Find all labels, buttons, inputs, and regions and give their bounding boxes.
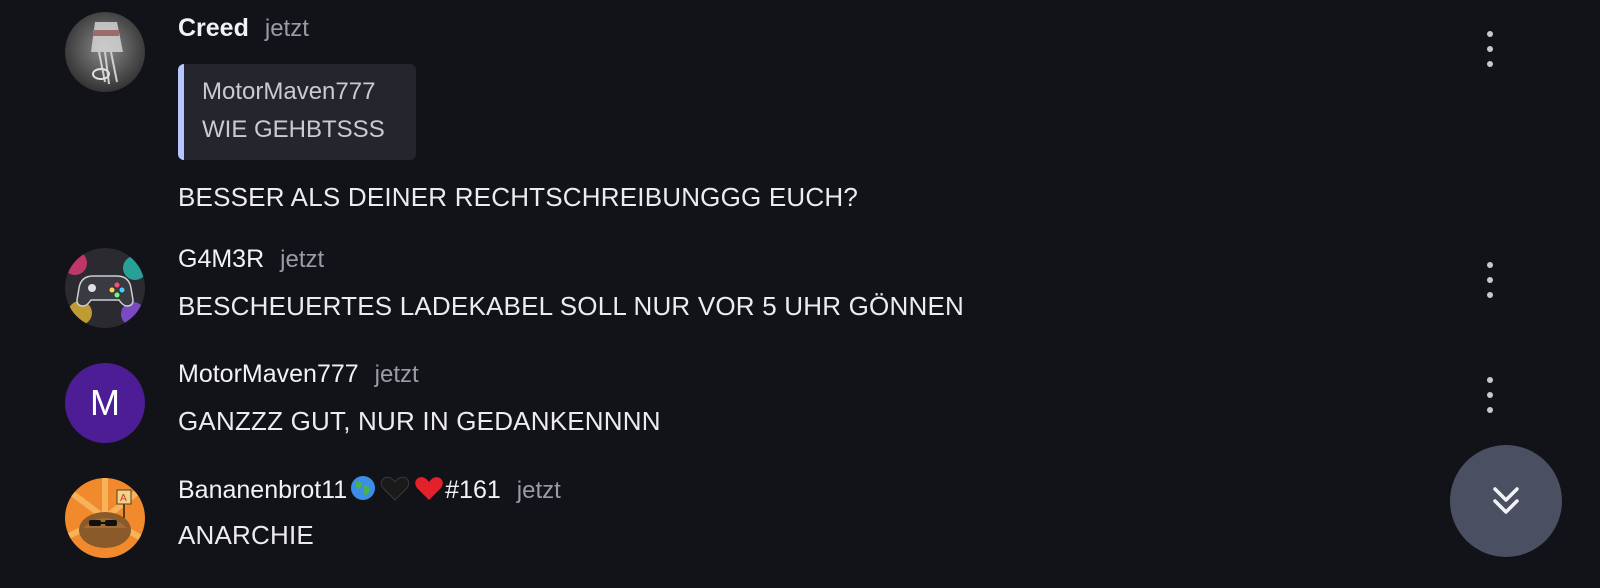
message-text: BESSER ALS DEINER RECHTSCHREIBUNGGG EUCH… — [178, 182, 859, 212]
author-name[interactable]: MotorMaven777 — [178, 360, 359, 389]
gamepad-avatar-icon — [65, 248, 145, 328]
quote-text: WIE GEHBTSSS — [202, 116, 385, 143]
author-suffix: #161 — [445, 476, 501, 504]
timestamp: jetzt — [280, 246, 325, 273]
more-vertical-icon[interactable] — [1480, 31, 1500, 67]
more-vertical-icon[interactable] — [1480, 262, 1500, 298]
avatar[interactable] — [65, 248, 145, 328]
message-header: G4M3R jetzt — [178, 245, 964, 277]
black-heart-emoji-icon — [380, 476, 410, 501]
timestamp: jetzt — [516, 477, 561, 504]
timestamp: jetzt — [374, 361, 419, 388]
timestamp: jetzt — [264, 15, 309, 42]
svg-text:A: A — [120, 493, 127, 504]
globe-emoji-icon — [351, 476, 376, 500]
cartoon-avatar-icon: A — [65, 478, 145, 558]
red-heart-emoji-icon — [415, 477, 443, 500]
message-header: Bananenbrot11 #161 jetzt — [178, 474, 561, 506]
avatar[interactable]: M — [65, 363, 145, 443]
avatar-letter: M — [90, 382, 120, 423]
avatar[interactable] — [65, 12, 145, 92]
quote-author: MotorMaven777 — [202, 78, 376, 105]
message-header: MotorMaven777 jetzt — [178, 360, 661, 392]
more-vertical-icon[interactable] — [1480, 377, 1500, 413]
author-name[interactable]: G4M3R — [178, 245, 264, 274]
message-text: GANZZZ GUT, NUR IN GEDANKENNNN — [178, 406, 661, 436]
author-name-text: Bananenbrot11 — [178, 476, 348, 504]
scroll-to-bottom-button[interactable] — [1450, 445, 1562, 557]
quoted-message[interactable]: MotorMaven777 WIE GEHBTSSS — [178, 64, 416, 160]
avatar[interactable]: A — [65, 478, 145, 558]
double-chevron-down-icon — [1493, 487, 1519, 514]
message-header: Creed jetzt — [178, 14, 858, 46]
author-name[interactable]: Creed — [178, 14, 249, 43]
quote-bar — [178, 64, 184, 160]
photo-avatar-icon — [65, 12, 145, 92]
message-text: ANARCHIE — [178, 520, 314, 550]
chat-feed: Creed jetzt MotorMaven777 WIE GEHBTSSS B… — [0, 0, 1600, 588]
author-name[interactable]: Bananenbrot11 #161 — [178, 474, 501, 505]
message-text: BESCHEUERTES LADEKABEL SOLL NUR VOR 5 UH… — [178, 291, 964, 321]
